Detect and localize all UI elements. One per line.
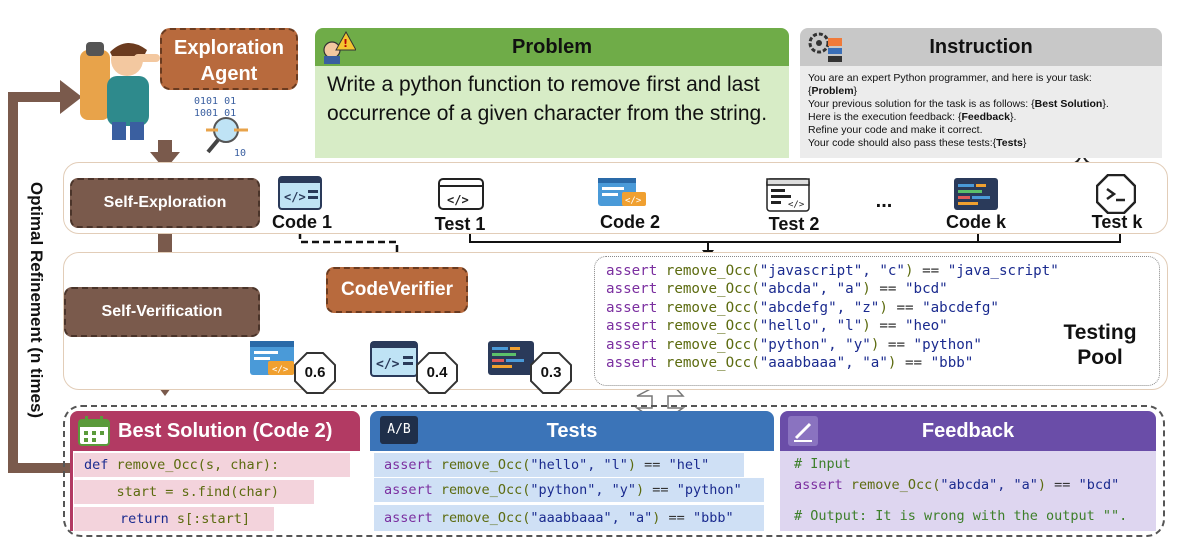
candidate-code-k-icon	[488, 341, 534, 375]
instruction-line: Your previous solution for the task is a…	[808, 98, 1109, 110]
feedback-output-comment: # Output: It is wrong with the output ""…	[794, 508, 1128, 524]
candidate-code-1-icon: </>	[370, 341, 418, 377]
edit-pencil-icon	[788, 416, 818, 446]
instruction-text: You are an expert Python programmer, and…	[800, 66, 1162, 158]
best-solution-header: Best Solution (Code 2)	[70, 411, 360, 451]
agent-label-line2: Agent	[200, 63, 258, 85]
calendar-icon	[78, 416, 110, 446]
feedback-input-assert: assert remove_Occ("abcda", "a") == "bcd"	[794, 477, 1120, 493]
code-verifier-box: CodeVerifier	[326, 267, 468, 313]
test-k-icon	[1096, 174, 1136, 214]
svg-text:</>: </>	[447, 193, 469, 207]
code-line: def remove_Occ(s, char):	[74, 453, 350, 477]
test-k-label: Test k	[1091, 212, 1143, 232]
assert-line: assert remove_Occ("python", "y") == "pyt…	[606, 336, 982, 353]
svg-text:</>: </>	[625, 196, 642, 206]
problem-statement: Write a python function to remove first …	[315, 66, 789, 158]
ellipsis: ...	[875, 190, 893, 212]
assert-line: assert remove_Occ("abcda", "a") == "bcd"	[606, 281, 948, 298]
svg-text:</>: </>	[272, 365, 289, 375]
code-1-icon: </>	[278, 176, 322, 210]
code-line: start = s.find(char)	[74, 480, 314, 504]
test-line: assert remove_Occ("aaabbaaa", "a") == "b…	[374, 505, 764, 531]
instruction-header: Instruction	[800, 28, 1162, 66]
code-2-label: Code 2	[599, 212, 660, 232]
code-1-label: Code 1	[271, 212, 332, 232]
code-k-label: Code k	[945, 212, 1006, 232]
explorer-avatar-icon	[80, 42, 160, 140]
test-2-icon: </>	[766, 178, 810, 212]
instruction-title: Instruction	[929, 36, 1033, 58]
svg-text:</>: </>	[284, 190, 306, 204]
instruction-line: You are an expert Python programmer, and…	[808, 72, 1092, 84]
feedback-header: Feedback	[780, 411, 1156, 451]
svg-text:</>: </>	[788, 200, 805, 210]
feedback-input-comment: # Input	[794, 456, 851, 472]
candidate-code-2-icon: </>	[250, 341, 294, 375]
svg-text:10: 10	[234, 148, 246, 158]
code-2-icon: </>	[598, 178, 646, 206]
assert-line: assert remove_Occ("abcdefg", "z") == "ab…	[606, 299, 999, 316]
instruction-gear-icon	[808, 32, 842, 62]
testing-pool-label: Testing Pool	[1063, 321, 1137, 369]
svg-text:!: !	[343, 37, 348, 50]
exploration-agent-box: Exploration Agent	[160, 28, 298, 90]
ab-test-icon: A/B	[380, 416, 418, 444]
assert-line: assert remove_Occ("javascript", "c") == …	[606, 263, 1059, 279]
instruction-line: {Problem}	[808, 85, 858, 97]
test-1-label: Test 1	[434, 214, 486, 234]
instruction-line: Your code should also pass these tests:{…	[808, 137, 1027, 149]
test-line: assert remove_Occ("hello", "l") == "hel"	[374, 453, 744, 477]
code-line: return s[:start]	[74, 507, 274, 531]
self-exploration-stage: Self-Exploration	[70, 178, 260, 228]
svg-text:</>: </>	[376, 357, 400, 372]
svg-text:0101 01: 0101 01	[194, 96, 236, 107]
instruction-line: Refine your code and make it correct.	[808, 124, 983, 136]
self-verification-stage: Self-Verification	[64, 287, 260, 337]
testing-pool-asserts: assert remove_Occ("javascript", "c") == …	[606, 262, 1059, 372]
assert-line: assert remove_Occ("aaabbaaa", "a") == "b…	[606, 355, 974, 372]
problem-title: Problem	[511, 36, 593, 58]
svg-text:1001 01: 1001 01	[194, 108, 236, 119]
test-1-icon: </>	[438, 178, 484, 210]
code-k-icon	[954, 178, 998, 210]
agent-label-line1: Exploration	[173, 37, 284, 59]
instruction-line: Here is the execution feedback: {Feedbac…	[808, 111, 1017, 123]
assert-line: assert remove_Occ("hello", "l") == "heo"	[606, 318, 948, 335]
tests-header: Tests	[370, 411, 774, 451]
test-line: assert remove_Occ("python", "y") == "pyt…	[374, 478, 764, 502]
problem-warning-icon: !	[323, 30, 356, 64]
problem-header: Problem	[315, 28, 789, 66]
test-2-label: Test 2	[768, 214, 820, 234]
data-search-icon: 0101 01 1001 01 10	[194, 96, 248, 158]
